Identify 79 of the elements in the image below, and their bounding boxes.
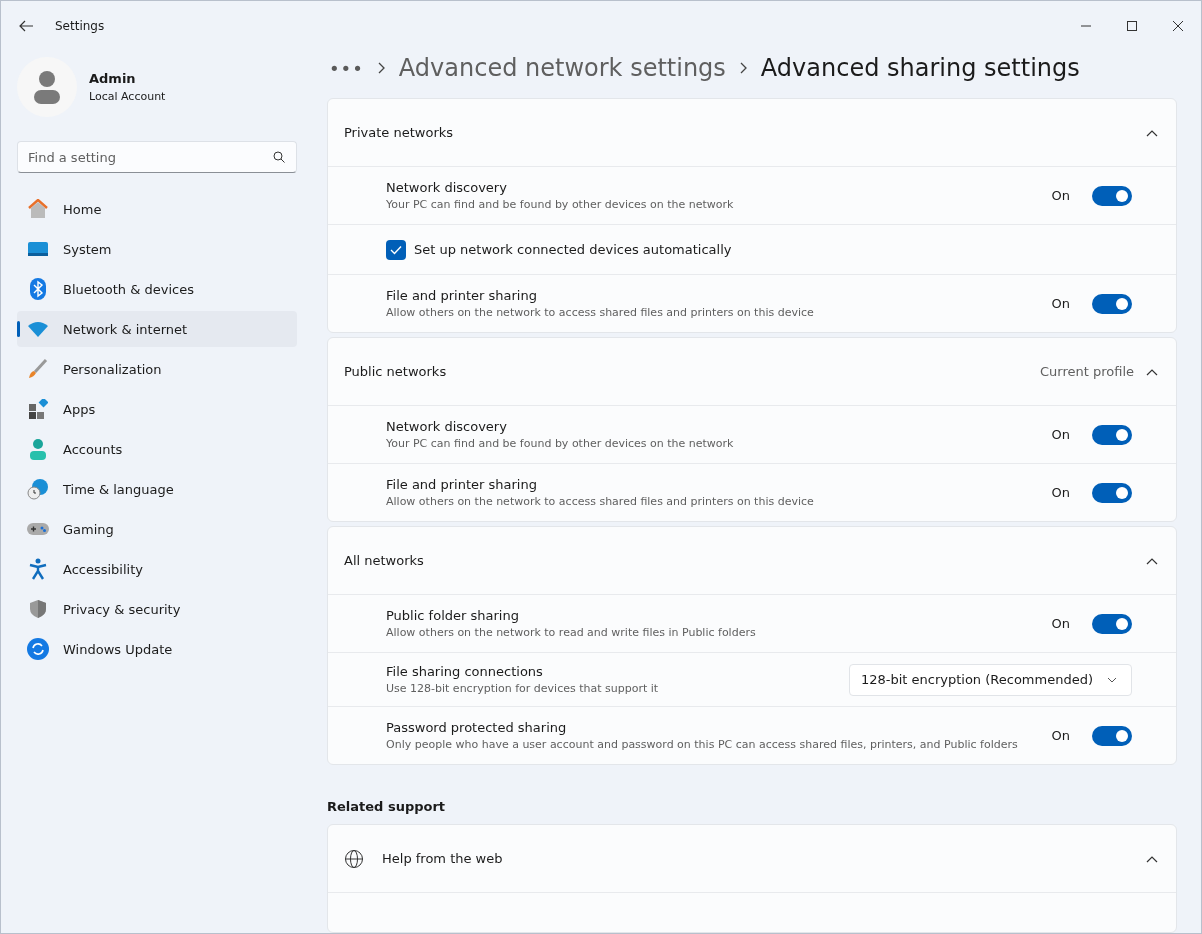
setting-description: Your PC can find and be found by other devices on the network — [386, 198, 735, 211]
accessibility-icon — [29, 558, 47, 580]
toggle-switch[interactable] — [1092, 725, 1132, 746]
person-icon — [29, 438, 47, 460]
search-field[interactable]: Find a setting — [17, 141, 297, 173]
profile-note: Current profile — [1039, 364, 1134, 379]
chevron-up-icon[interactable] — [1146, 854, 1158, 863]
setting-description: Allow others on the network to read and write files in Public folders — [386, 626, 757, 639]
setting-title: Network discovery — [386, 419, 508, 434]
checkbox[interactable] — [386, 239, 406, 260]
breadcrumb-item: Advanced sharing settings — [760, 54, 1080, 82]
search-icon — [273, 151, 285, 163]
toggle-state-label: On — [1051, 296, 1070, 311]
account-type: Local Account — [89, 90, 166, 103]
setting-title: Network discovery — [386, 180, 508, 195]
maximize-icon — [1127, 21, 1137, 31]
toggle-switch[interactable] — [1092, 424, 1132, 445]
help-title: Help from the web — [382, 851, 504, 866]
sidebar-item[interactable]: Accounts — [17, 431, 297, 467]
section-title: Public networks — [344, 364, 448, 379]
setting-title: Password protected sharing — [386, 720, 568, 735]
chevron-right-icon — [739, 62, 747, 74]
window-title: Settings — [55, 19, 105, 33]
sidebar-item[interactable]: Gaming — [17, 511, 297, 547]
bluetooth-icon — [30, 278, 46, 300]
toggle-state-label: On — [1051, 728, 1070, 743]
toggle-switch[interactable] — [1092, 185, 1132, 206]
sync-icon — [27, 638, 49, 660]
setting-title: Public folder sharing — [386, 608, 520, 623]
sidebar-item[interactable]: Personalization — [17, 351, 297, 387]
sidebar-item[interactable]: Bluetooth & devices — [17, 271, 297, 307]
toggle-state-label: On — [1051, 427, 1070, 442]
shield-icon — [29, 599, 47, 619]
setting-description: Your PC can find and be found by other devices on the network — [386, 437, 735, 450]
setting-description: Use 128-bit encryption for devices that support it — [386, 682, 660, 695]
sidebar-item[interactable]: Privacy & security — [17, 591, 297, 627]
sidebar-item[interactable]: System — [17, 231, 297, 267]
monitor-icon — [28, 241, 48, 257]
toggle-state-label: On — [1051, 485, 1070, 500]
more-button[interactable]: ••• — [329, 57, 364, 79]
breadcrumb-item[interactable]: Advanced network settings — [398, 54, 726, 82]
chevron-up-icon[interactable] — [1146, 367, 1158, 376]
apps-icon — [28, 399, 48, 419]
toggle-switch[interactable] — [1092, 482, 1132, 503]
section-title: All networks — [344, 553, 425, 568]
house-icon — [27, 199, 49, 219]
setting-description: Only people who have a user account and password on this PC can access shared files, printers, and Public folders — [386, 738, 1019, 751]
setting-description: Allow others on the network to access shared files and printers on this device — [386, 306, 815, 319]
chevron-up-icon[interactable] — [1146, 128, 1158, 137]
setting-title: File sharing connections — [386, 664, 544, 679]
toggle-state-label: On — [1051, 188, 1070, 203]
close-icon — [1173, 21, 1183, 31]
chevron-up-icon[interactable] — [1146, 556, 1158, 565]
setting-title: File and printer sharing — [386, 288, 538, 303]
paintbrush-icon — [28, 359, 48, 379]
wifi-icon — [28, 321, 48, 337]
setting-description: Allow others on the network to access shared files and printers on this device — [386, 495, 815, 508]
sidebar-item[interactable]: Home — [17, 191, 297, 227]
chevron-right-icon — [377, 62, 385, 74]
section-title: Private networks — [344, 125, 455, 140]
user-name: Admin — [89, 71, 137, 86]
toggle-switch[interactable] — [1092, 293, 1132, 314]
sidebar-item[interactable]: Network & internet — [17, 311, 297, 347]
sidebar-item[interactable]: Time & language — [17, 471, 297, 507]
dropdown[interactable]: 128-bit encryption (Recommended) — [848, 663, 1132, 696]
toggle-state-label: On — [1051, 616, 1070, 631]
minimize-icon — [1081, 25, 1091, 27]
checkmark-icon — [390, 244, 402, 255]
sidebar-item[interactable]: Apps — [17, 391, 297, 427]
setting-title: File and printer sharing — [386, 477, 538, 492]
sidebar-item[interactable]: Windows Update — [17, 631, 297, 667]
globe-clock-icon — [27, 478, 49, 500]
toggle-switch[interactable] — [1092, 613, 1132, 634]
checkbox-label: Set up network connected devices automatically — [414, 242, 732, 257]
related-support-heading: Related support — [327, 799, 447, 814]
globe-icon — [344, 848, 364, 869]
gamepad-icon — [27, 521, 49, 537]
chevron-down-icon — [1107, 676, 1117, 683]
sidebar-item[interactable]: Accessibility — [17, 551, 297, 587]
